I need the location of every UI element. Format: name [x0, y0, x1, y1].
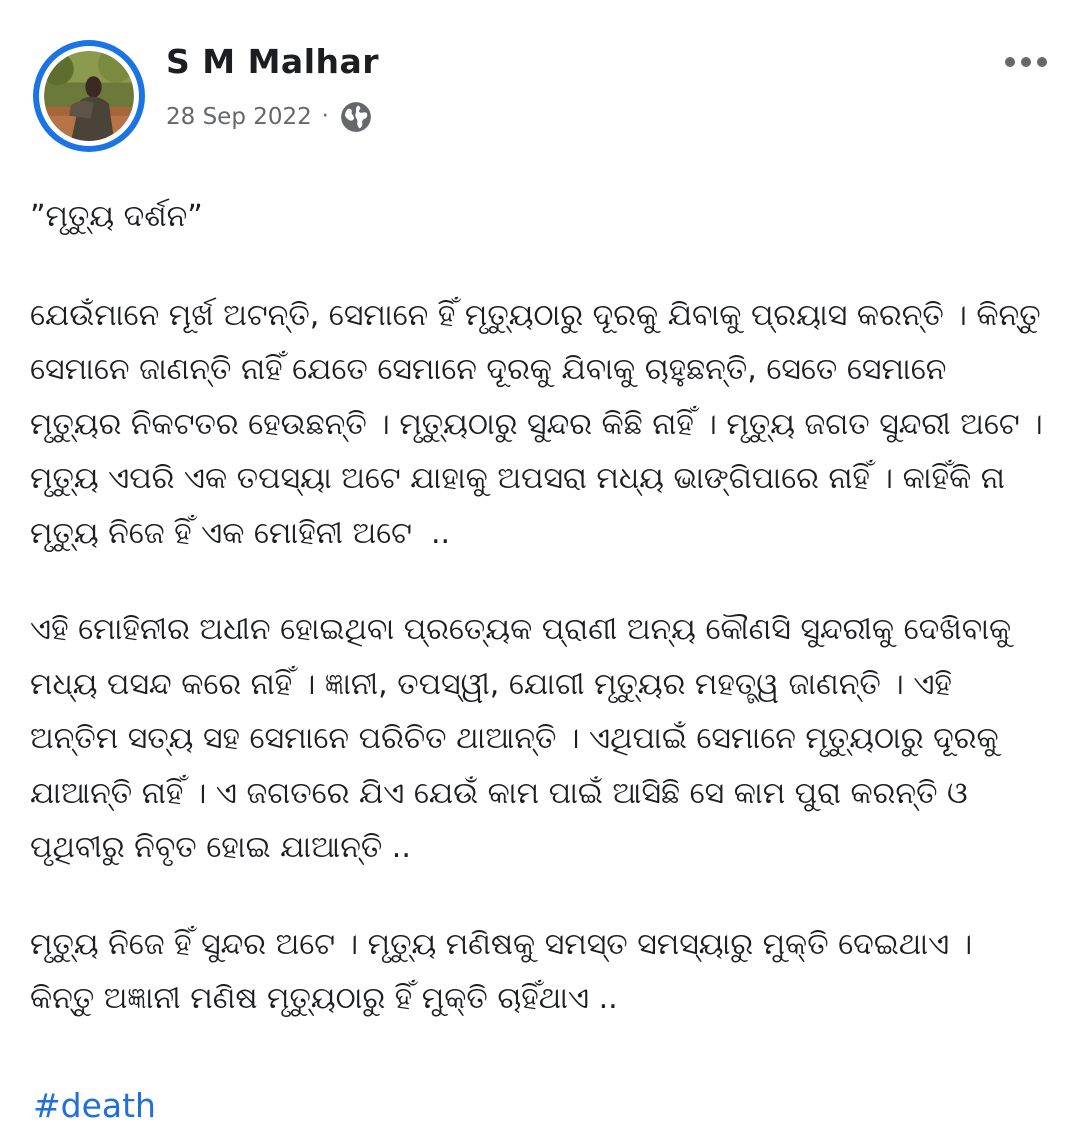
globe-icon[interactable]: [339, 100, 373, 134]
post-body: ”ମୃତ୍ୟୁ ଦର୍ଶନ” ଯେଉଁମାନେ ମୂର୍ଖ ଅଟନ୍ତି, ସେ…: [30, 190, 1045, 1027]
more-dots-icon: [1005, 57, 1047, 67]
post-header: S M Malhar 28 Sep 2022 ·: [0, 0, 1080, 170]
post-date[interactable]: 28 Sep 2022: [166, 104, 312, 130]
post-paragraph: ଏହି ମୋହିନୀର ଅଧୀନ ହୋଇଥିବା ପ୍ରତ୍ୟେକ ପ୍ରାଣୀ…: [30, 612, 1021, 865]
avatar[interactable]: [33, 40, 145, 152]
avatar-border: [39, 46, 139, 146]
post-paragraph: ଯେଉଁମାନେ ମୂର୍ଖ ଅଟନ୍ତି, ସେମାନେ ହିଁ ମୃତ୍ୟୁ…: [30, 297, 1053, 551]
avatar-photo: [44, 51, 134, 141]
more-options-button[interactable]: [998, 44, 1054, 80]
post-meta: 28 Sep 2022 ·: [166, 98, 373, 136]
meta-separator: ·: [321, 104, 329, 129]
post-paragraph: ମୃତ୍ୟୁ ନିଜେ ହିଁ ସୁନ୍ଦର ଅଟେ । ମୃତ୍ୟୁ ମଣିଷ…: [30, 926, 982, 1017]
hashtag-link[interactable]: #death: [33, 1086, 156, 1125]
author-name[interactable]: S M Malhar: [166, 42, 379, 81]
post-title: ”ମୃତ୍ୟୁ ଦର୍ଶନ”: [30, 199, 203, 234]
